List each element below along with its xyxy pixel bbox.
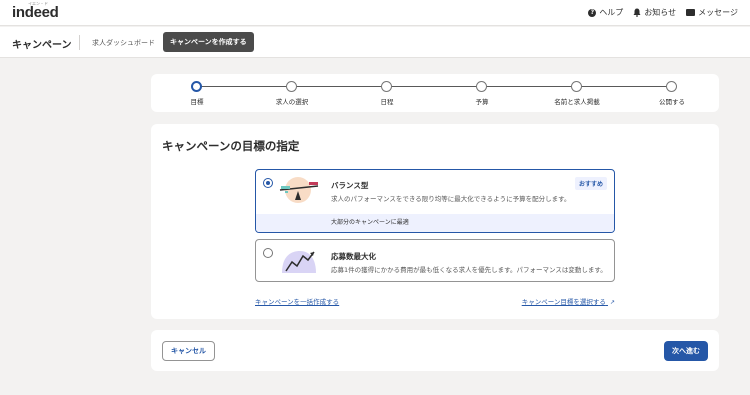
bell-icon [633,8,641,17]
step-publish-dot[interactable] [666,81,677,92]
bulk-create-link-label: キャンペーンを一括作成する [255,298,340,306]
nav-notifications[interactable]: お知らせ [633,7,676,18]
nav-messages[interactable]: メッセージ [686,7,738,18]
top-nav: ? ヘルプ お知らせ メッセージ [588,7,738,18]
step-name-dot[interactable] [571,81,582,92]
nav-help[interactable]: ? ヘルプ [588,7,623,18]
mail-icon [686,9,696,16]
bulk-create-link[interactable]: キャンペーンを一括作成する [255,296,339,306]
indeed-logo[interactable]: イエン・ド indeed [12,1,59,21]
step-name-label: 名前と求人掲載 [554,98,600,106]
step-publish-label: 公開する [659,98,685,106]
option-balanced[interactable]: バランス型 求人のパフォーマンスをできる限り均等に最大化できるように予算を配分し… [255,169,615,233]
cancel-button[interactable]: キャンセル [162,341,215,361]
next-button[interactable]: 次へ進む [664,341,708,361]
step-jobs-label: 求人の選択 [275,98,309,106]
step-goal-dot[interactable] [191,81,202,92]
growth-illustration-icon [282,251,316,273]
footer-card: キャンセル 次へ進む [151,330,719,371]
step-budget-dot[interactable] [476,81,487,92]
logo-tagline: イエン・ド [28,1,48,6]
option-balanced-title: バランス型 [331,181,369,190]
goal-card: キャンペーンの目標の指定 バランス型 求人のパフォーマンスをできる限り均等に最大… [151,124,719,319]
step-schedule-dot[interactable] [381,81,392,92]
radio-maximize-applies[interactable] [263,248,273,258]
stepper-track [197,86,671,87]
option-maximize-title: 応募数最大化 [331,252,376,261]
recommended-badge: おすすめ [574,177,607,190]
option-balanced-description: 求人のパフォーマンスをできる限り均等に最大化できるように予算を配分します。 [331,195,571,203]
radio-balanced[interactable] [263,178,273,188]
step-schedule-label: 日程 [380,98,394,106]
nav-notifications-label: お知らせ [644,8,677,17]
nav-help-label: ヘルプ [599,8,624,17]
balance-illustration-icon [279,177,319,203]
help-icon: ? [588,8,597,17]
option-maximize-description: 応募1件の獲得にかかる費用が最も低くなる求人を優先します。パフォーマンスは変動し… [331,266,607,274]
create-campaign-button[interactable]: キャンペーンを作成する [163,32,254,52]
option-balanced-note: 大部分のキャンペーンに最適 [256,214,614,232]
step-goal-label: 目標 [190,98,204,106]
stepper-card: 目標 求人の選択 日程 予算 名前と求人掲載 公開する [151,74,719,112]
top-bar: イエン・ド indeed ? ヘルプ お知らせ メッセージ [0,0,750,26]
choose-goal-link-label: キャンペーン目標を選択する [521,298,606,306]
job-dashboard-link[interactable]: 求人ダッシュボード [92,38,155,48]
option-maximize-applies[interactable]: 応募数最大化 応募1件の獲得にかかる費用が最も低くなる求人を優先します。パフォー… [255,239,615,282]
divider [79,35,80,50]
page-title: キャンペーン [12,40,72,51]
section-title: キャンペーンの目標の指定 [162,139,300,153]
step-budget-label: 予算 [475,98,489,106]
sub-header: キャンペーン 求人ダッシュボード キャンペーンを作成する [0,27,750,58]
choose-goal-link[interactable]: キャンペーン目標を選択する ↗ [522,296,615,306]
nav-messages-label: メッセージ [698,8,738,17]
external-link-icon: ↗ [609,299,615,306]
step-jobs-dot[interactable] [286,81,297,92]
